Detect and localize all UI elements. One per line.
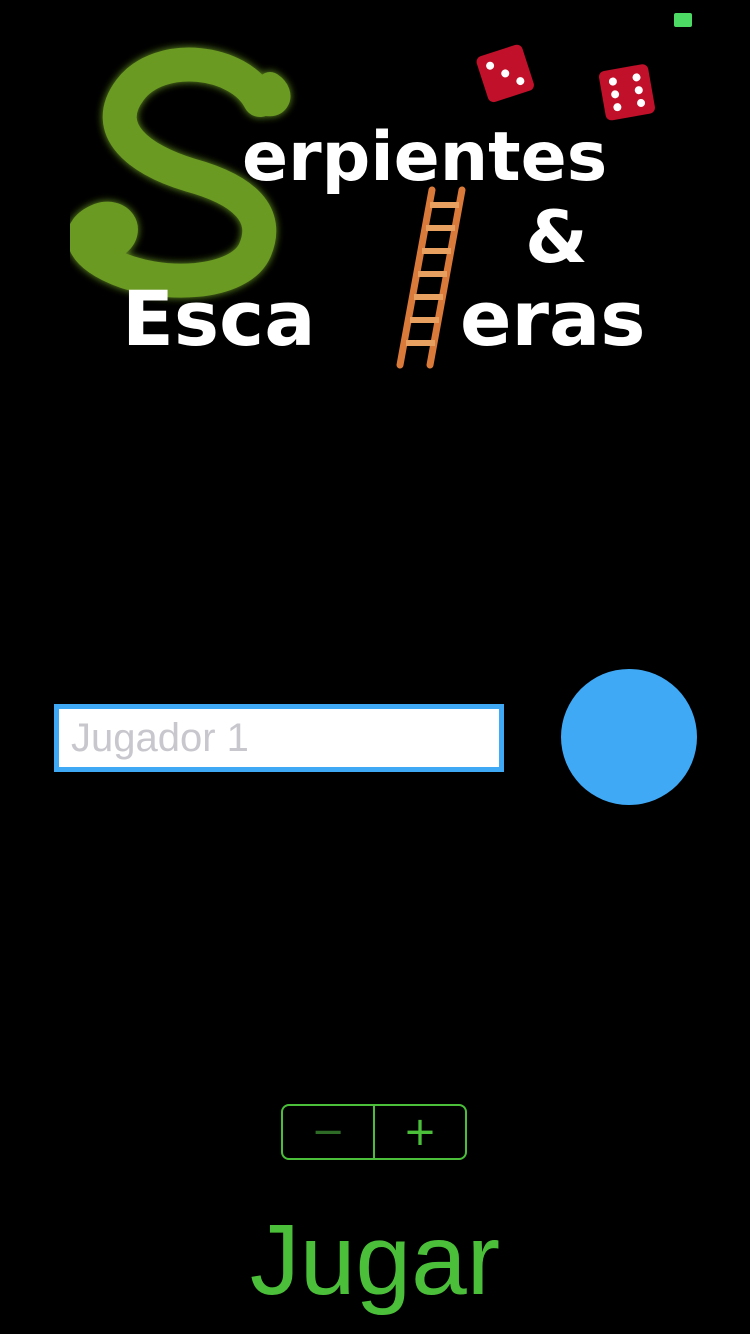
ladder-icon — [396, 186, 466, 369]
game-logo: erpientes & Esca eras — [70, 40, 690, 380]
player-name-field — [54, 704, 504, 772]
logo-text-line2a: Esca — [122, 274, 316, 363]
logo-text-line2b: eras — [460, 274, 646, 363]
dice-icon — [476, 44, 534, 103]
play-button[interactable]: Jugar — [0, 1200, 750, 1320]
status-indicator — [674, 13, 692, 27]
increment-button[interactable]: + — [375, 1106, 465, 1158]
player-name-input[interactable] — [59, 709, 499, 767]
logo-text-line1: erpientes — [242, 118, 607, 197]
player-color-picker[interactable] — [561, 669, 697, 805]
decrement-button[interactable]: − — [283, 1106, 373, 1158]
dice-icon-second — [598, 64, 655, 121]
logo-text-ampersand: & — [525, 195, 588, 279]
player-count-stepper: − + — [281, 1104, 467, 1160]
